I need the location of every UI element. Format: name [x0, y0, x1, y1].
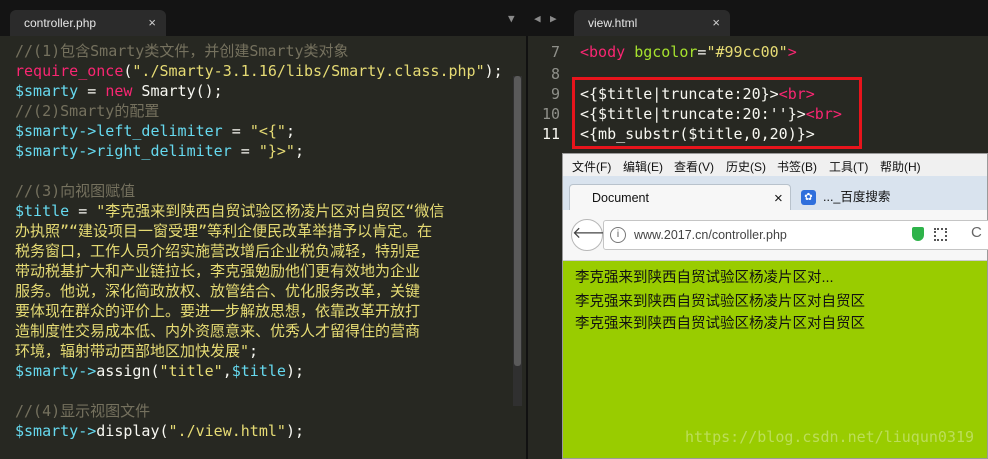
html-code-line-7: <body bgcolor="#99cc00">	[580, 43, 797, 61]
left-editor[interactable]: //(1)包含Smarty类文件，并创建Smarty类对象 require_on…	[0, 36, 526, 459]
prev-tab-icon[interactable]: ◀	[534, 12, 541, 25]
tab-title: view.html	[588, 16, 638, 30]
close-icon[interactable]: ×	[774, 185, 783, 212]
right-tab-bar: ◀ ▶ view.html ×	[528, 0, 988, 36]
menu-help[interactable]: 帮助(H)	[880, 158, 921, 175]
line-number-11: 11	[541, 125, 560, 143]
info-icon: i	[610, 227, 626, 243]
menu-history[interactable]: 历史(S)	[726, 158, 766, 175]
paw-icon: ✿	[801, 190, 816, 205]
tab-label: ..._百度搜索	[823, 190, 891, 204]
back-button[interactable]: 🡐	[571, 219, 615, 251]
line-number-7: 7	[550, 43, 560, 61]
browser-tabstrip: Document × ✿ ..._百度搜索	[563, 176, 988, 211]
reload-icon[interactable]: C	[971, 224, 982, 241]
address-bar[interactable]: i www.2017.cn/controller.php	[603, 220, 988, 250]
tab-view-html[interactable]: view.html ×	[574, 10, 730, 36]
left-scrollbar-thumb[interactable]	[514, 76, 521, 366]
menu-edit[interactable]: 编辑(E)	[623, 158, 663, 175]
left-tab-bar: controller.php × ▼	[0, 0, 528, 36]
next-tab-icon[interactable]: ▶	[550, 12, 557, 25]
tab-title: controller.php	[24, 16, 97, 30]
tab-controller-php[interactable]: controller.php ×	[10, 10, 166, 36]
line-number-8: 8	[550, 65, 560, 83]
menu-file[interactable]: 文件(F)	[572, 158, 611, 175]
qr-code-icon[interactable]	[934, 228, 947, 241]
php-code: //(1)包含Smarty类文件，并创建Smarty类对象 require_on…	[15, 42, 503, 440]
output-line-1: 李克强来到陕西自贸试验区杨凌片区对...	[575, 270, 834, 286]
browser-menubar: 文件(F) 编辑(E) 查看(V) 历史(S) 书签(B) 工具(T) 帮助(H…	[563, 154, 987, 176]
line-number-10: 10	[541, 105, 560, 123]
tab-menu-icon[interactable]: ▼	[508, 12, 515, 25]
menu-view[interactable]: 查看(V)	[674, 158, 714, 175]
url-text: www.2017.cn/controller.php	[634, 228, 787, 242]
menu-tools[interactable]: 工具(T)	[829, 158, 868, 175]
line-number-9: 9	[550, 85, 560, 103]
close-icon[interactable]: ×	[148, 10, 156, 36]
browser-window: 文件(F) 编辑(E) 查看(V) 历史(S) 书签(B) 工具(T) 帮助(H…	[562, 153, 988, 459]
highlight-box	[572, 77, 862, 149]
browser-navbar: 🡐 i www.2017.cn/controller.php C	[563, 210, 988, 261]
tab-label: Document	[592, 191, 649, 205]
output-line-3: 李克强来到陕西自贸试验区杨凌片区对自贸区	[575, 316, 865, 332]
shield-icon	[912, 227, 924, 241]
menu-bookmarks[interactable]: 书签(B)	[777, 158, 817, 175]
watermark: https://blog.csdn.net/liuqun0319	[685, 428, 974, 446]
close-icon[interactable]: ×	[712, 10, 720, 36]
browser-tab-baidu[interactable]: ✿ ..._百度搜索	[799, 184, 988, 211]
browser-tab-document[interactable]: Document ×	[569, 184, 791, 211]
output-line-2: 李克强来到陕西自贸试验区杨凌片区对自贸区	[575, 294, 865, 310]
